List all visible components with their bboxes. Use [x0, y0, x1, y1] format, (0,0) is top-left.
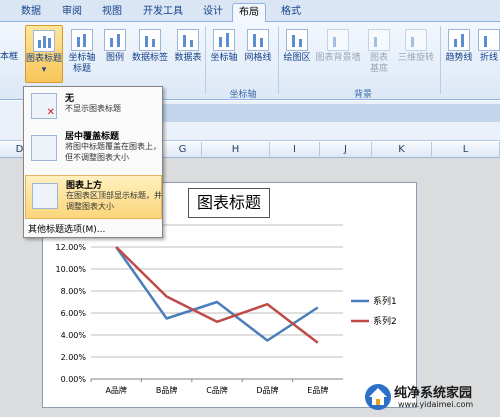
y-tick-label: 0.00% — [61, 375, 87, 384]
tab-format[interactable]: 格式 — [274, 3, 308, 22]
menu-item-desc: 将图中标题覆盖在图表上，但不调整图表大小 — [65, 142, 161, 162]
more-title-options-link[interactable]: 其他标题选项(M)... — [28, 222, 105, 235]
group-separator — [205, 26, 206, 94]
x-tick-label: D品牌 — [256, 385, 278, 395]
column-header[interactable]: K — [372, 142, 432, 158]
menu-item-centered-overlay[interactable]: 居中覆盖标题 将图中标题覆盖在图表上，但不调整图表大小 — [25, 127, 162, 173]
data-table-label: 数据表 — [174, 53, 202, 63]
tab-review[interactable]: 审阅 — [56, 3, 88, 22]
column-header[interactable]: H — [202, 142, 270, 158]
axis-titles-button[interactable]: 坐标轴 标题 — [66, 29, 98, 75]
tab-layout[interactable]: 布局 — [232, 3, 266, 23]
chevron-down-icon: ▾ — [41, 65, 47, 75]
gridlines-icon — [247, 29, 269, 51]
x-tick-label: B品牌 — [156, 385, 178, 395]
x-tick-label: A品牌 — [105, 385, 126, 395]
menu-item-desc: 不显示图表标题 — [65, 104, 121, 113]
chart-title-icon — [33, 30, 55, 52]
data-labels-icon — [139, 29, 161, 51]
plot-area-label: 绘图区 — [283, 53, 311, 63]
no-title-icon: ✕ — [31, 93, 57, 119]
menu-item-none[interactable]: ✕ 无 不显示图表标题 — [25, 89, 162, 123]
tab-design[interactable]: 设计 — [198, 3, 228, 22]
chart-wall-icon — [327, 29, 349, 51]
chart-title-button[interactable]: 图表标题 ▾ — [25, 25, 63, 83]
tab-view[interactable]: 视图 — [96, 3, 128, 22]
chart-floor-button[interactable]: 图表 基底 — [364, 29, 394, 75]
text-box-label: 本框 — [0, 52, 19, 62]
gridlines-button[interactable]: 网格线 — [242, 29, 274, 64]
chart-tools-band — [160, 104, 500, 122]
lines-button[interactable]: 折线 — [478, 29, 500, 64]
column-header[interactable]: I — [270, 142, 320, 158]
chart-wall-button[interactable]: 图表背景墙 — [314, 29, 362, 64]
column-header[interactable]: G — [164, 142, 202, 158]
trendline-icon — [448, 29, 470, 51]
y-tick-label: 6.00% — [61, 309, 87, 318]
legend-label: 图例 — [105, 53, 124, 63]
chart-floor-label: 图表 — [369, 53, 388, 63]
trendline-label: 趋势线 — [445, 53, 473, 63]
x-tick-label: E品牌 — [307, 385, 328, 395]
chart-title-dropdown: ✕ 无 不显示图表标题 居中覆盖标题 将图中标题覆盖在图表上，但不调整图表大小 … — [23, 86, 163, 238]
chart-title-label: 图表标题 — [26, 54, 63, 64]
gridlines-label: 网格线 — [244, 53, 272, 63]
menu-item-above-chart[interactable]: 图表上方 在图表区顶部显示标题，并调整图表大小 — [25, 175, 162, 219]
axis-titles-label-2: 标题 — [72, 64, 91, 74]
watermark: 纯净系统家园 www.yidaimei.com — [362, 380, 498, 414]
chart-floor-label-2: 基底 — [369, 64, 388, 74]
data-table-icon — [177, 29, 199, 51]
y-tick-label: 4.00% — [61, 331, 87, 340]
house-logo-icon — [365, 384, 391, 410]
lines-label: 折线 — [479, 53, 498, 63]
group-separator — [278, 26, 279, 94]
data-labels-button[interactable]: 数据标签 — [130, 29, 170, 64]
trendline-button[interactable]: 趋势线 — [444, 29, 474, 64]
axis-title-icon — [71, 29, 93, 51]
column-header[interactable]: J — [320, 142, 372, 158]
axes-button[interactable]: 坐标轴 — [209, 29, 239, 64]
legend-label: 系列1 — [373, 295, 397, 307]
3d-rotation-label: 三维旋转 — [397, 53, 434, 63]
axes-label: 坐标轴 — [210, 53, 238, 63]
column-header[interactable]: L — [432, 142, 500, 158]
series-line — [115, 246, 319, 342]
y-tick-label: 2.00% — [61, 353, 87, 362]
watermark-url: www.yidaimei.com — [398, 400, 474, 409]
y-tick-label: 12.00% — [55, 243, 86, 252]
plot-area-button[interactable]: 绘图区 — [282, 29, 312, 64]
group-background-label: 背景 — [353, 90, 372, 100]
data-table-button[interactable]: 数据表 — [171, 29, 205, 64]
x-tick-label: C品牌 — [206, 385, 228, 395]
legend-label: 系列2 — [373, 315, 397, 327]
3d-rotation-button[interactable]: 三维旋转 — [396, 29, 436, 64]
grid-column-line — [432, 158, 433, 417]
tab-data[interactable]: 数据 — [14, 3, 48, 22]
menu-item-desc: 在图表区顶部显示标题，并调整图表大小 — [66, 191, 162, 211]
y-tick-label: 10.00% — [55, 265, 86, 274]
plot-area-icon — [286, 29, 308, 51]
3d-rotation-icon — [405, 29, 427, 51]
axis-titles-label: 坐标轴 — [68, 53, 96, 63]
group-axes-label: 坐标轴 — [229, 90, 257, 100]
tab-developer[interactable]: 开发工具 — [138, 3, 188, 22]
text-box-button[interactable]: 本框 — [0, 52, 18, 63]
chart-floor-icon — [368, 29, 390, 51]
group-separator — [440, 26, 441, 94]
chart-title[interactable]: 图表标题 — [188, 188, 270, 218]
watermark-title: 纯净系统家园 — [394, 386, 473, 401]
chart-wall-label: 图表背景墙 — [315, 53, 361, 63]
legend-icon — [104, 29, 126, 51]
axes-icon — [213, 29, 235, 51]
legend-button[interactable]: 图例 — [102, 29, 128, 64]
lines-icon — [478, 29, 500, 51]
above-chart-title-icon — [32, 183, 58, 209]
ribbon-tab-bar: 数据 审阅 视图 开发工具 设计 布局 格式 — [0, 0, 500, 23]
y-tick-label: 8.00% — [61, 287, 87, 296]
overlay-title-icon — [31, 135, 57, 161]
data-labels-label: 数据标签 — [131, 53, 168, 63]
